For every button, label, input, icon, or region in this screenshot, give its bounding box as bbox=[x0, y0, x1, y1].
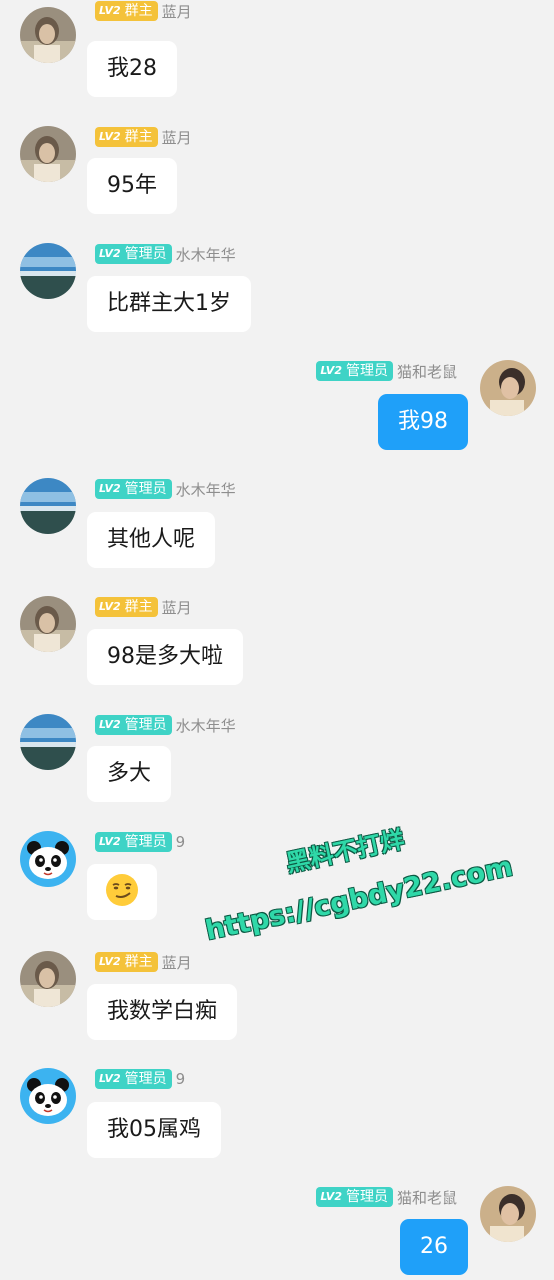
message-bubble[interactable] bbox=[87, 864, 157, 920]
chat-message: LV2 管理员 水木年华 多大 bbox=[0, 714, 554, 814]
admin-badge: LV2 管理员 bbox=[316, 1187, 393, 1207]
sender-nickname[interactable]: 9 bbox=[176, 833, 186, 851]
chat-message: LV2 群主 蓝月 98是多大啦 bbox=[0, 596, 554, 696]
sender-meta: LV2 管理员 水木年华 bbox=[95, 478, 236, 500]
sender-nickname[interactable]: 猫和老鼠 bbox=[397, 1187, 457, 1208]
message-bubble[interactable]: 我28 bbox=[87, 41, 177, 97]
sender-meta: LV2 管理员 猫和老鼠 bbox=[316, 360, 457, 382]
sender-nickname[interactable]: 蓝月 bbox=[162, 1, 192, 22]
admin-badge: LV2 管理员 bbox=[95, 832, 172, 852]
avatar[interactable] bbox=[20, 478, 76, 534]
sender-nickname[interactable]: 蓝月 bbox=[162, 952, 192, 973]
admin-badge: LV2 管理员 bbox=[95, 715, 172, 735]
sender-meta: LV2 群主 蓝月 bbox=[95, 126, 192, 148]
sky-landscape-avatar-icon bbox=[20, 714, 76, 770]
sky-landscape-avatar-icon bbox=[20, 478, 76, 534]
admin-badge: LV2 管理员 bbox=[95, 244, 172, 264]
sender-nickname[interactable]: 水木年华 bbox=[176, 479, 236, 500]
panda-avatar-icon bbox=[20, 1068, 76, 1124]
chat-message: LV2 群主 蓝月 95年 bbox=[0, 126, 554, 226]
message-bubble[interactable]: 其他人呢 bbox=[87, 512, 216, 568]
message-bubble[interactable]: 比群主大1岁 bbox=[87, 276, 251, 332]
avatar[interactable] bbox=[20, 951, 76, 1007]
avatar[interactable] bbox=[480, 360, 536, 416]
girl-photo-avatar-icon bbox=[20, 126, 76, 182]
sender-meta: LV2 管理员 9 bbox=[95, 831, 185, 853]
admin-badge: LV2 管理员 bbox=[316, 361, 393, 381]
sender-meta: LV2 管理员 水木年华 bbox=[95, 714, 236, 736]
admin-badge: LV2 管理员 bbox=[95, 1069, 172, 1089]
chat-message: LV2 管理员 9 bbox=[0, 831, 554, 931]
panda-avatar-icon bbox=[20, 831, 76, 887]
girl-photo-avatar-icon bbox=[20, 596, 76, 652]
chat-message: LV2 管理员 9 我05属鸡 bbox=[0, 1068, 554, 1168]
message-bubble[interactable]: 98是多大啦 bbox=[87, 629, 243, 685]
message-bubble[interactable]: 95年 bbox=[87, 158, 177, 214]
sender-nickname[interactable]: 9 bbox=[176, 1070, 186, 1088]
chat-message: LV2 管理员 水木年华 其他人呢 bbox=[0, 478, 554, 578]
girl-photo-avatar-icon bbox=[20, 7, 76, 63]
message-bubble[interactable]: 多大 bbox=[87, 746, 172, 802]
chat-message: LV2 群主 蓝月 我数学白痴 bbox=[0, 951, 554, 1051]
owner-badge: LV2 群主 bbox=[95, 1, 158, 21]
owner-badge: LV2 群主 bbox=[95, 952, 158, 972]
avatar[interactable] bbox=[20, 714, 76, 770]
avatar[interactable] bbox=[20, 596, 76, 652]
message-bubble[interactable]: 我05属鸡 bbox=[87, 1102, 221, 1158]
sender-meta: LV2 管理员 9 bbox=[95, 1068, 185, 1090]
chat-message: LV2 管理员 水木年华 比群主大1岁 bbox=[0, 243, 554, 343]
smirk-emoji-icon bbox=[106, 874, 138, 906]
person-photo-avatar-icon bbox=[480, 1186, 536, 1242]
sender-meta: LV2 管理员 水木年华 bbox=[95, 243, 236, 265]
sender-meta: LV2 群主 蓝月 bbox=[95, 951, 192, 973]
sender-meta: LV2 管理员 猫和老鼠 bbox=[316, 1186, 457, 1208]
chat-message: LV2 管理员 猫和老鼠 我98 bbox=[0, 360, 554, 460]
person-photo-avatar-icon bbox=[480, 360, 536, 416]
avatar[interactable] bbox=[20, 126, 76, 182]
sender-meta: LV2 群主 蓝月 bbox=[95, 0, 192, 22]
chat-message: LV2 群主 蓝月 我28 bbox=[0, 0, 554, 100]
avatar[interactable] bbox=[20, 831, 76, 887]
sender-nickname[interactable]: 水木年华 bbox=[176, 244, 236, 265]
owner-badge: LV2 群主 bbox=[95, 127, 158, 147]
avatar[interactable] bbox=[20, 7, 76, 63]
chat-message: LV2 管理员 猫和老鼠 26 bbox=[0, 1186, 554, 1280]
message-bubble[interactable]: 我98 bbox=[378, 394, 468, 450]
owner-badge: LV2 群主 bbox=[95, 597, 158, 617]
sender-nickname[interactable]: 蓝月 bbox=[162, 127, 192, 148]
sender-nickname[interactable]: 猫和老鼠 bbox=[397, 361, 457, 382]
girl-photo-avatar-icon bbox=[20, 951, 76, 1007]
message-bubble[interactable]: 26 bbox=[400, 1219, 468, 1275]
sender-nickname[interactable]: 水木年华 bbox=[176, 715, 236, 736]
sender-meta: LV2 群主 蓝月 bbox=[95, 596, 192, 618]
sky-landscape-avatar-icon bbox=[20, 243, 76, 299]
avatar[interactable] bbox=[20, 1068, 76, 1124]
admin-badge: LV2 管理员 bbox=[95, 479, 172, 499]
sender-nickname[interactable]: 蓝月 bbox=[162, 597, 192, 618]
avatar[interactable] bbox=[480, 1186, 536, 1242]
avatar[interactable] bbox=[20, 243, 76, 299]
message-bubble[interactable]: 我数学白痴 bbox=[87, 984, 238, 1040]
